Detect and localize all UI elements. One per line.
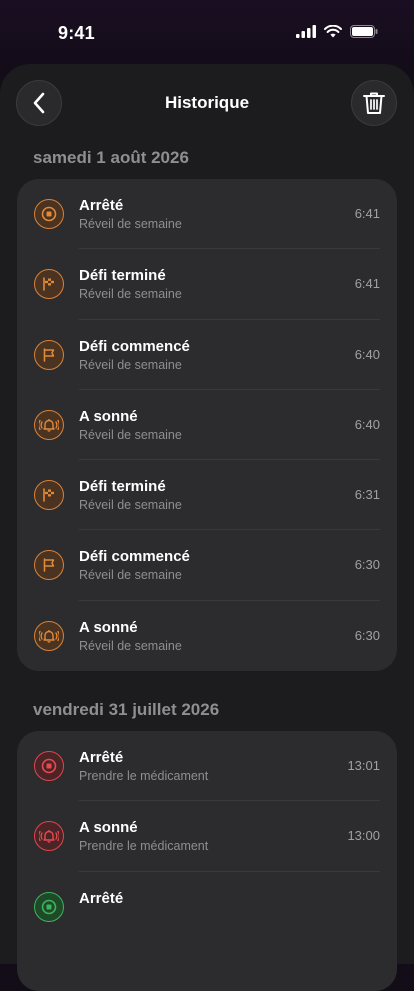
stop-icon — [34, 199, 64, 229]
event-time: 6:31 — [354, 487, 380, 503]
alarm-name: Prendre le médicament — [79, 839, 209, 854]
history-row[interactable]: Arrêté — [17, 872, 397, 942]
bell-ringing-icon — [34, 620, 64, 651]
signal-icon — [296, 25, 316, 38]
event-time: 6:40 — [354, 416, 380, 432]
event-time: 6:41 — [354, 206, 380, 221]
checkered-flag-icon — [34, 269, 64, 300]
alarm-name: Réveil de semaine — [79, 427, 182, 442]
alarm-name: Réveil de semaine — [79, 638, 182, 653]
stop-icon — [34, 891, 64, 922]
status-icons — [296, 25, 378, 38]
event-title: Défi terminé — [79, 267, 166, 285]
checkered-flag-icon — [34, 480, 64, 511]
event-title: A sonné — [79, 618, 138, 636]
trash-icon — [363, 92, 385, 114]
bell-ringing-icon — [34, 409, 64, 440]
alarm-name: Réveil de semaine — [79, 287, 182, 302]
wifi-icon — [324, 25, 342, 38]
status-time: 9:41 — [58, 23, 95, 43]
alarm-name: Réveil de semaine — [79, 498, 182, 513]
history-sheet: Historique samedi 1 août 2026 Arrêté Rév… — [0, 64, 414, 991]
alarm-name: Réveil de semaine — [79, 217, 182, 231]
battery-icon — [350, 25, 378, 38]
history-card: Arrêté Prendre le médicament 13:01 A son… — [17, 731, 397, 991]
history-row[interactable]: Défi terminé Réveil de semaine 6:41 — [17, 249, 397, 320]
bell-ringing-icon — [34, 821, 64, 852]
event-time: 6:30 — [354, 627, 380, 643]
event-title: Arrêté — [79, 749, 124, 766]
history-row[interactable]: A sonné Réveil de semaine 6:30 — [17, 601, 397, 671]
event-time: 6:40 — [354, 346, 380, 362]
alarm-name: Réveil de semaine — [79, 357, 182, 372]
history-row[interactable]: A sonné Réveil de semaine 6:40 — [17, 390, 397, 461]
event-title: Défi commencé — [79, 337, 190, 355]
alarm-name: Réveil de semaine — [79, 568, 182, 583]
event-time: 13:00 — [347, 828, 380, 844]
flag-icon — [34, 550, 64, 581]
event-title: Défi terminé — [79, 478, 166, 496]
alarm-name: Prendre le médicament — [79, 769, 209, 783]
event-time: 6:41 — [354, 276, 380, 292]
history-card: Arrêté Réveil de semaine 6:41 Défi termi… — [17, 179, 397, 671]
event-time: 6:30 — [354, 557, 380, 573]
history-row[interactable]: Défi commencé Réveil de semaine 6:30 — [17, 530, 397, 601]
stop-icon — [34, 751, 64, 781]
event-title: A sonné — [79, 819, 138, 837]
history-row[interactable]: A sonné Prendre le médicament 13:00 — [17, 801, 397, 872]
event-title: Arrêté — [79, 889, 124, 907]
status-bar: 9:41 — [0, 0, 414, 64]
history-row[interactable]: Défi terminé Réveil de semaine 6:31 — [17, 460, 397, 531]
delete-button[interactable] — [351, 80, 397, 126]
event-time: 13:01 — [347, 758, 380, 773]
flag-icon — [34, 339, 64, 370]
history-row[interactable]: Arrêté Prendre le médicament 13:01 — [17, 731, 397, 802]
event-title: Défi commencé — [79, 548, 190, 566]
section-date: samedi 1 août 2026 — [33, 148, 189, 167]
history-row[interactable]: Arrêté Réveil de semaine 6:41 — [17, 179, 397, 250]
section-date: vendredi 31 juillet 2026 — [33, 700, 220, 719]
event-title: A sonné — [79, 407, 138, 425]
event-title: Arrêté — [79, 197, 124, 214]
history-row[interactable]: Défi commencé Réveil de semaine 6:40 — [17, 320, 397, 390]
